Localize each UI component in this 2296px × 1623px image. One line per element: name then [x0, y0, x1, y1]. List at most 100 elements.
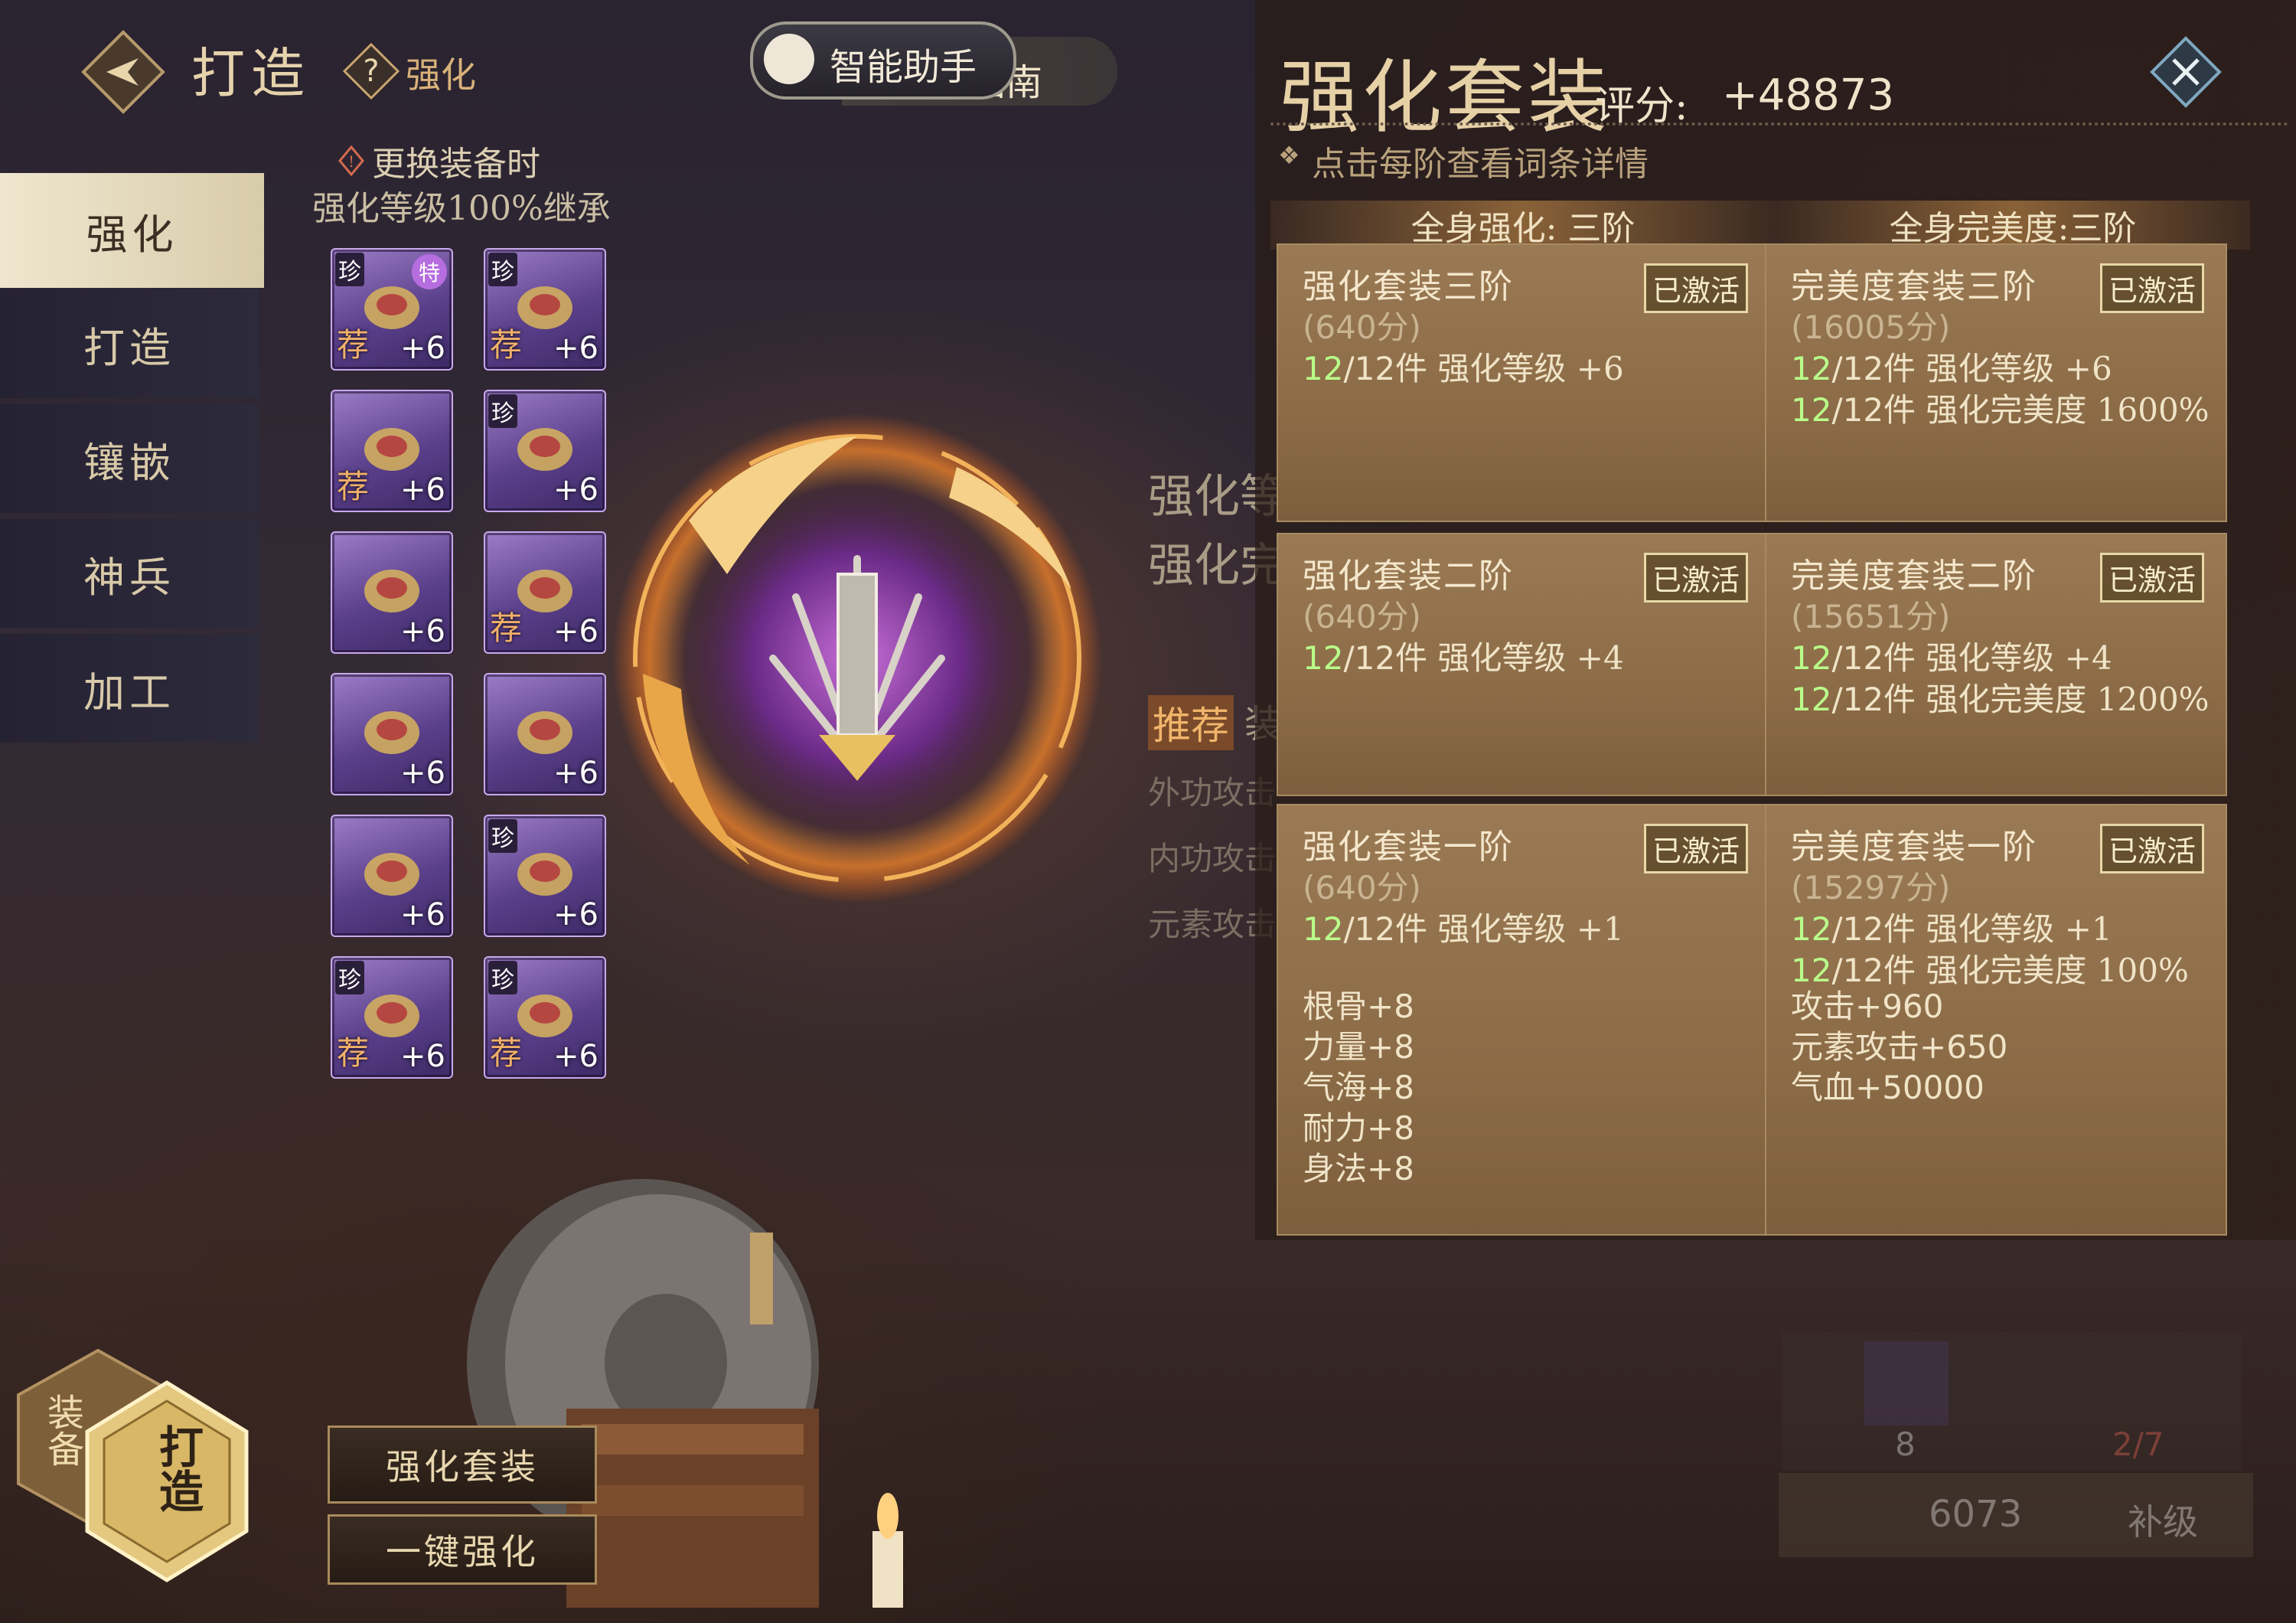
- equipment-slot[interactable]: 珍 特荐 +6: [331, 248, 453, 371]
- piece-count: 12/12件: [1791, 350, 1916, 387]
- piece-count-total: /12件: [1831, 639, 1916, 677]
- tab-inlay[interactable]: 镶嵌: [0, 404, 259, 513]
- card-title: 完美度套装三阶: [1791, 267, 2037, 306]
- rare-badge: 珍: [335, 961, 364, 994]
- card-title: 强化套装二阶: [1303, 557, 1514, 596]
- piece-count-current: 12: [1303, 639, 1344, 677]
- equipment-slot[interactable]: 珍荐 +6: [331, 956, 453, 1079]
- bonus-text: 强化等级 +4: [1437, 639, 1624, 677]
- piece-count-current: 12: [1303, 910, 1344, 948]
- attribute-bonus: 身法+8: [1303, 1150, 1414, 1187]
- piece-count: 12/12件: [1791, 639, 1916, 677]
- bonus-text: 强化等级 +6: [1437, 350, 1624, 387]
- assistant-button[interactable]: 智能助手: [750, 21, 1016, 100]
- panel-title: 强化套装: [1280, 51, 1611, 144]
- recommended-badge: 荐: [337, 326, 370, 364]
- equipment-slot[interactable]: +6: [331, 531, 453, 654]
- svg-text:?: ?: [363, 54, 379, 89]
- inherit-note-line2: 强化等级100%继承: [312, 189, 611, 228]
- page-title: 打造: [191, 42, 311, 105]
- card-score: (15651分): [1791, 598, 1951, 635]
- card-score: (640分): [1303, 309, 1421, 346]
- enhance-level: +6: [553, 897, 598, 932]
- assistant-label: 智能助手: [830, 46, 977, 89]
- back-arrow-icon[interactable]: [80, 29, 166, 115]
- material-ratio: 2/7: [2112, 1425, 2164, 1463]
- right-suit-card[interactable]: 完美度套装一阶 已激活 (15297分) 12/12件 强化等级 +1 12/12件 强…: [1765, 804, 2227, 1236]
- equip-hex-label: 装备: [41, 1393, 83, 1467]
- activated-badge: 已激活: [2099, 553, 2204, 603]
- enhance-level: +6: [400, 756, 445, 791]
- strengthen-suit-button[interactable]: 强化套装: [328, 1425, 597, 1504]
- help-icon[interactable]: ?: [343, 43, 400, 100]
- card-requirement-line: 12/12件 强化等级 +4: [1791, 632, 2112, 679]
- tab-forge[interactable]: 打造: [0, 289, 259, 398]
- equipment-slot[interactable]: 珍荐 +6: [484, 248, 606, 371]
- activated-badge: 已激活: [1643, 263, 1748, 313]
- equipment-slot[interactable]: +6: [484, 673, 606, 795]
- card-requirement-line: 12/12件 强化等级 +1: [1303, 903, 1624, 950]
- forge-hex-label: 打造: [152, 1424, 204, 1513]
- attribute-bonus: 耐力+8: [1303, 1109, 1414, 1147]
- left-suit-card[interactable]: 强化套装二阶 已激活 (640分) 12/12件 强化等级 +4: [1277, 533, 1771, 796]
- equipment-slot[interactable]: 珍荐 +6: [484, 956, 606, 1079]
- piece-count: 12/12件: [1303, 350, 1427, 387]
- equipment-slot[interactable]: +6: [331, 815, 453, 937]
- piece-count-total: /12件: [1831, 391, 1916, 429]
- rare-badge: 珍: [488, 394, 517, 428]
- piece-count-current: 12: [1791, 952, 1832, 989]
- enhance-level: +6: [400, 897, 445, 932]
- rare-badge: 珍: [335, 253, 364, 286]
- tab-strengthen[interactable]: 强化: [0, 173, 264, 288]
- enhance-level: +6: [400, 614, 445, 649]
- left-suit-card[interactable]: 强化套装一阶 已激活 (640分) 12/12件 强化等级 +1 根骨+8 力量+8 气海+…: [1277, 804, 1771, 1236]
- one-click-strengthen-button[interactable]: 一键强化: [328, 1514, 597, 1585]
- right-suit-card[interactable]: 完美度套装二阶 已激活 (15651分) 12/12件 强化等级 +4 12/12件 强…: [1765, 533, 2227, 796]
- card-requirement-line: 12/12件 强化等级 +4: [1303, 632, 1624, 679]
- recommended-badge: 荐: [490, 609, 523, 647]
- card-title: 强化套装三阶: [1303, 267, 1514, 306]
- equipment-slot[interactable]: 珍 +6: [484, 815, 606, 937]
- tab-process[interactable]: 加工: [0, 634, 259, 743]
- enhance-level: +6: [553, 472, 598, 508]
- bonus-text: 强化等级 +4: [1926, 639, 2112, 677]
- upgrade-label: 补级: [2128, 1501, 2198, 1543]
- piece-count-total: /12件: [1343, 910, 1428, 948]
- left-suit-card[interactable]: 强化套装三阶 已激活 (640分) 12/12件 强化等级 +6: [1277, 243, 1771, 522]
- tab-divine-weapon[interactable]: 神兵: [0, 519, 259, 628]
- piece-count-current: 12: [1303, 350, 1344, 387]
- diamond-bullet-icon: ❖: [1278, 141, 1300, 170]
- card-title: 强化套装一阶: [1303, 828, 1514, 867]
- piece-count: 12/12件: [1303, 639, 1427, 677]
- card-score: (15297分): [1791, 869, 1951, 906]
- inherit-note-line1: 更换装备时: [372, 145, 540, 184]
- equipment-slot[interactable]: +6: [331, 673, 453, 795]
- right-column-header: 全身完美度:三阶: [1776, 201, 2250, 250]
- sub-title: 强化: [406, 54, 476, 96]
- card-title: 完美度套装一阶: [1791, 828, 2037, 867]
- attribute-bonus: 力量+8: [1303, 1028, 1414, 1066]
- piece-count-current: 12: [1791, 910, 1832, 948]
- piece-count-total: /12件: [1831, 350, 1916, 387]
- bonus-text: 强化完美度 100%: [1926, 952, 2189, 989]
- weapon-ring-icon[interactable]: [597, 398, 1117, 919]
- card-requirement-line: 12/12件 强化完美度 1600%: [1791, 384, 2210, 431]
- equipment-slot[interactable]: 荐 +6: [484, 531, 606, 654]
- piece-count-current: 12: [1791, 681, 1832, 718]
- bonus-text: 强化完美度 1600%: [1926, 391, 2210, 429]
- enhance-level: +6: [553, 1039, 598, 1074]
- piece-count-total: /12件: [1343, 639, 1428, 677]
- attribute-bonus: 元素攻击+650: [1791, 1028, 2008, 1066]
- bonus-text: 强化等级 +1: [1437, 910, 1624, 948]
- right-suit-card[interactable]: 完美度套装三阶 已激活 (16005分) 12/12件 强化等级 +6 12/12件 强…: [1765, 243, 2227, 522]
- card-score: (640分): [1303, 598, 1421, 635]
- card-attribute-list: 根骨+8 力量+8 气海+8 耐力+8 身法+8: [1303, 986, 1414, 1189]
- piece-count: 12/12件: [1303, 910, 1427, 948]
- equipment-slot[interactable]: 荐 +6: [331, 390, 453, 512]
- attribute-bonus: 攻击+960: [1791, 988, 1944, 1025]
- equipment-slot[interactable]: 珍 +6: [484, 390, 606, 512]
- close-icon[interactable]: [2149, 35, 2223, 109]
- piece-count-current: 12: [1791, 350, 1832, 387]
- divider: [1270, 122, 2288, 129]
- score-value: +48873: [1722, 70, 1895, 120]
